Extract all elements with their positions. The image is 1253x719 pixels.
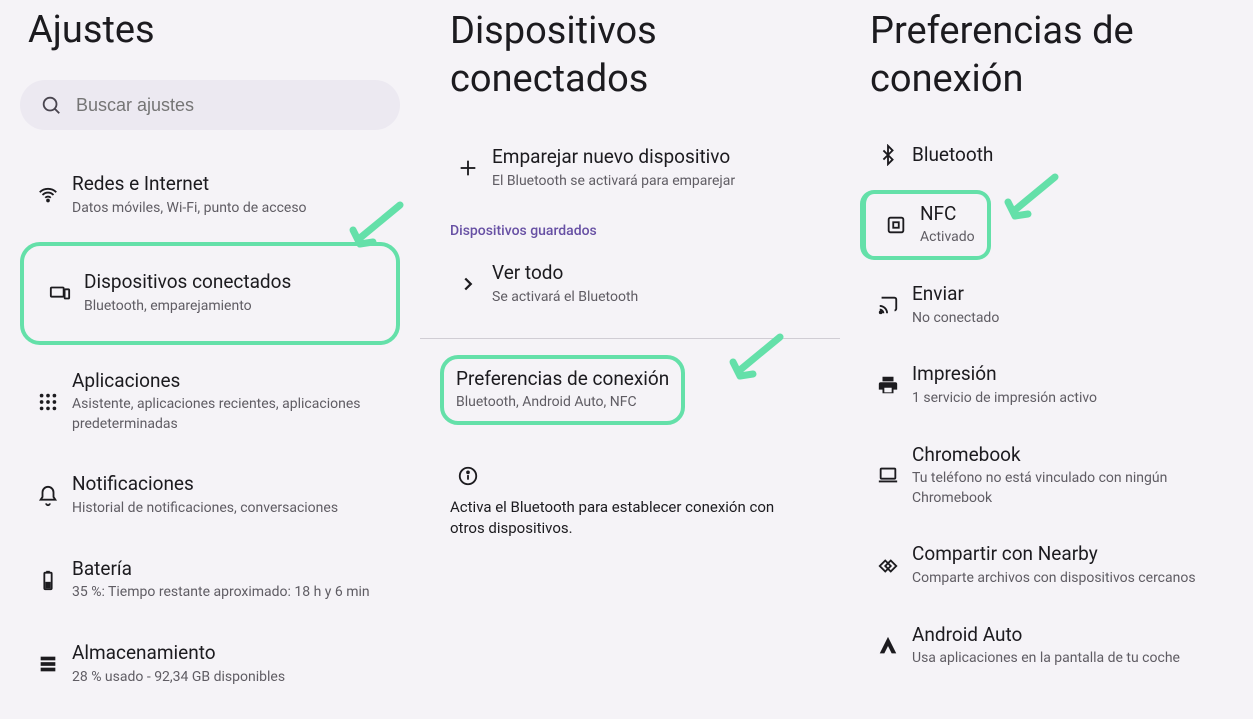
item-sub: Historial de notificaciones, conversacio… xyxy=(72,499,390,519)
item-sub: Bluetooth, emparejamiento xyxy=(84,297,378,317)
item-sub: Tu teléfono no está vinculado con ningún… xyxy=(912,469,1223,508)
item-sub: Asistente, aplicaciones recientes, aplic… xyxy=(72,395,390,434)
item-title: Ver todo xyxy=(492,261,810,286)
settings-panel: Ajustes Redes e Internet Datos móviles, … xyxy=(0,0,420,719)
highlight-connection-prefs: Preferencias de conexión Bluetooth, Andr… xyxy=(440,355,685,425)
saved-devices-label: Dispositivos guardados xyxy=(450,223,820,239)
page-title-connected: Dispositivos conectados xyxy=(450,8,820,103)
item-nearby-share[interactable]: Compartir con Nearby Comparte archivos c… xyxy=(860,530,1233,600)
item-title: Enviar xyxy=(912,282,1223,307)
item-battery[interactable]: Batería 35 %: Tiempo restante aproximado… xyxy=(20,543,400,617)
bluetooth-icon xyxy=(870,144,906,166)
info-icon xyxy=(450,465,486,487)
item-network[interactable]: Redes e Internet Datos móviles, Wi-Fi, p… xyxy=(20,158,400,232)
item-sub: Bluetooth, Android Auto, NFC xyxy=(456,393,669,413)
arrow-annotation xyxy=(725,332,785,382)
connection-prefs-panel: Preferencias de conexión Bluetooth NFC A… xyxy=(840,0,1253,719)
item-sub: 35 %: Tiempo restante aproximado: 18 h y… xyxy=(72,583,390,603)
item-storage[interactable]: Almacenamiento 28 % usado - 92,34 GB dis… xyxy=(20,627,400,701)
search-input[interactable] xyxy=(76,95,380,116)
item-title: Aplicaciones xyxy=(72,369,390,394)
item-title: Emparejar nuevo dispositivo xyxy=(492,145,810,170)
info-row xyxy=(440,455,820,497)
nearby-icon xyxy=(870,555,906,577)
item-sub: Se activará el Bluetooth xyxy=(492,288,810,308)
divider xyxy=(420,338,840,339)
info-text: Activa el Bluetooth para establecer cone… xyxy=(440,497,820,539)
plus-icon xyxy=(450,157,486,179)
item-bluetooth[interactable]: Bluetooth xyxy=(860,131,1233,180)
item-title: Batería xyxy=(72,557,390,582)
item-sub: Activado xyxy=(920,228,975,248)
highlight-connected-devices: Dispositivos conectados Bluetooth, empar… xyxy=(20,242,400,344)
item-connected-devices[interactable]: Dispositivos conectados Bluetooth, empar… xyxy=(32,256,388,330)
highlight-nfc: NFC Activado xyxy=(860,190,991,260)
page-title-settings: Ajustes xyxy=(28,8,400,52)
item-title: Dispositivos conectados xyxy=(84,270,378,295)
cast-icon xyxy=(870,294,906,316)
search-box[interactable] xyxy=(20,80,400,130)
item-title: NFC xyxy=(920,202,975,227)
item-nfc[interactable]: NFC Activado xyxy=(874,198,979,252)
nfc-icon xyxy=(878,214,914,236)
item-title: Compartir con Nearby xyxy=(912,542,1223,567)
item-connection-prefs[interactable]: Preferencias de conexión Bluetooth, Andr… xyxy=(456,367,669,413)
item-see-all[interactable]: Ver todo Se activará el Bluetooth xyxy=(440,247,820,321)
item-title: Almacenamiento xyxy=(72,641,390,666)
search-icon xyxy=(40,94,62,116)
item-sub: 1 servicio de impresión activo xyxy=(912,389,1223,409)
connected-devices-panel: Dispositivos conectados Emparejar nuevo … xyxy=(420,0,840,719)
item-cast[interactable]: Enviar No conectado xyxy=(860,270,1233,340)
print-icon xyxy=(870,374,906,396)
item-title: Redes e Internet xyxy=(72,172,390,197)
item-sub: El Bluetooth se activará para emparejar xyxy=(492,172,810,192)
chevron-right-icon xyxy=(450,273,486,295)
item-title: Bluetooth xyxy=(912,143,1223,168)
item-sub: No conectado xyxy=(912,309,1223,329)
item-title: Impresión xyxy=(912,362,1223,387)
item-pair-new[interactable]: Emparejar nuevo dispositivo El Bluetooth… xyxy=(440,131,820,205)
storage-icon xyxy=(30,653,66,675)
wifi-icon xyxy=(30,184,66,206)
laptop-icon xyxy=(870,464,906,486)
item-chromebook[interactable]: Chromebook Tu teléfono no está vinculado… xyxy=(860,431,1233,521)
item-sub: Comparte archivos con dispositivos cerca… xyxy=(912,569,1223,589)
devices-icon xyxy=(42,282,78,304)
apps-icon xyxy=(30,391,66,413)
item-title: Preferencias de conexión xyxy=(456,367,669,392)
item-sub: Datos móviles, Wi-Fi, punto de acceso xyxy=(72,199,390,219)
item-title: Android Auto xyxy=(912,623,1223,648)
item-android-auto[interactable]: Android Auto Usa aplicaciones en la pant… xyxy=(860,611,1233,681)
item-apps[interactable]: Aplicaciones Asistente, aplicaciones rec… xyxy=(20,355,400,449)
item-print[interactable]: Impresión 1 servicio de impresión activo xyxy=(860,350,1233,420)
battery-icon xyxy=(30,569,66,591)
item-sub: 28 % usado - 92,34 GB disponibles xyxy=(72,668,390,688)
item-title: Notificaciones xyxy=(72,472,390,497)
page-title-prefs: Preferencias de conexión xyxy=(870,8,1233,103)
bell-icon xyxy=(30,485,66,507)
item-notifications[interactable]: Notificaciones Historial de notificacion… xyxy=(20,458,400,532)
item-sub: Usa aplicaciones en la pantalla de tu co… xyxy=(912,649,1223,669)
item-title: Chromebook xyxy=(912,443,1223,468)
android-auto-icon xyxy=(870,635,906,657)
